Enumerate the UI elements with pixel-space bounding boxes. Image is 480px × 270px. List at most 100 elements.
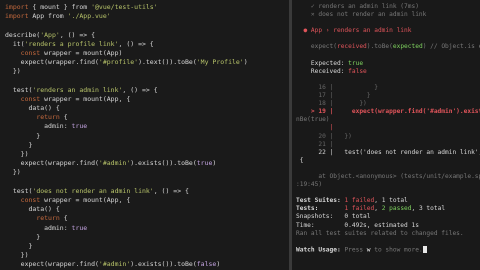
code-line: test('renders an admin link', () => { (5, 86, 248, 95)
code-line: data() { (5, 205, 248, 214)
terminal-line-token: Press (344, 246, 367, 254)
terminal-line-token: ✓ renders an admin link (7ms) (296, 3, 419, 10)
code-line-token: ).exists()).toBe( (130, 159, 197, 168)
code-line-token: expect(wrapper.find( (5, 260, 99, 269)
terminal-line-token: false (348, 67, 367, 75)
code-line: admin: true (5, 224, 248, 233)
terminal-line-token: Ran all test suites related to changed f… (296, 229, 464, 237)
terminal-line-token: Expected: (296, 59, 349, 67)
terminal-line: { (296, 157, 480, 165)
terminal-line-token: | ^ (329, 124, 334, 132)
code-line: } (5, 141, 248, 150)
code-line-token: it( (5, 39, 25, 48)
code-line-token: true (71, 122, 88, 131)
code-line-token: const (20, 94, 41, 103)
code-line: expect(wrapper.find('#profile').text()).… (5, 58, 248, 67)
code-line-token: return (36, 113, 60, 122)
terminal-line: 18 | }) (296, 100, 480, 108)
code-line-token: } (5, 241, 33, 250)
terminal-line: | ^ (296, 124, 480, 132)
code-line-token: describe( (5, 30, 41, 39)
code-line-token: expect(wrapper.find( (5, 159, 99, 168)
terminal-line-token: { (296, 156, 304, 164)
code-line: const wrapper = mount(App) (5, 49, 248, 58)
code-line-token: test( (5, 85, 33, 94)
code-line-token: import (5, 12, 29, 21)
terminal-line-token: 16 | } (296, 83, 378, 91)
terminal-line: Watch Usage: Press w to show more. (296, 245, 480, 254)
code-line-token: { (59, 214, 68, 223)
code-line: return { (5, 113, 248, 122)
terminal-line-token: 2 passed (381, 205, 412, 213)
terminal-line-token: expect( (296, 43, 337, 51)
code-line-token: data() { (5, 205, 60, 214)
code-line: const wrapper = mount(App, { (5, 95, 248, 104)
code-line-token: import (5, 3, 29, 11)
terminal-line-token: Time: 0.492s, estimated 1s (296, 221, 419, 229)
code-editor-pane[interactable]: import { mount } from '@vue/test-utils' i… (0, 0, 289, 270)
terminal-line-token: expected (392, 43, 423, 51)
terminal-line-token: Test Suites: (296, 197, 345, 205)
code-line-token (5, 214, 36, 222)
code-line-token: const (20, 48, 41, 57)
terminal-line-token: 17 | } (296, 92, 371, 100)
terminal-line: expect(received).toBe(expected) // Objec… (296, 43, 480, 51)
code-line-token: App from (28, 12, 68, 21)
code-line: const wrapper = mount(App, { (5, 196, 248, 205)
code-line-token: '#profile' (98, 58, 139, 67)
code-line-token: ) (243, 58, 248, 67)
code-line: describe('App', () => { (5, 31, 248, 40)
terminal-line-token: Tests: (296, 205, 345, 213)
code-line: return { (5, 214, 248, 223)
terminal-line-token: 21 | (296, 140, 334, 148)
code-line-token: }) (5, 150, 29, 158)
code-line: }) (5, 150, 248, 159)
terminal-line: Time: 0.492s, estimated 1s (296, 222, 480, 230)
code-line-token: , () => { (153, 186, 189, 195)
code-line-token: }) (5, 251, 29, 260)
code-line: }) (5, 168, 248, 177)
code-line-token: data() { (5, 104, 60, 113)
terminal-line: 20 | }) (296, 133, 480, 141)
terminal-line-token: nBe(true) (296, 116, 330, 124)
code-line-token: true (196, 159, 213, 168)
terminal-line: ✓ renders an admin link (7ms) (296, 3, 480, 11)
terminal-line: nBe(true) (296, 116, 480, 124)
code-editor[interactable]: import { mount } from '@vue/test-utils' i… (5, 3, 248, 270)
code-line: test('does not render an admin link', ()… (5, 187, 248, 196)
code-line: data() { (5, 104, 248, 113)
code-line-token: }) (5, 168, 21, 177)
code-line-token: , () => { (59, 30, 96, 39)
code-line-token: } (5, 131, 41, 140)
terminal-line: 16 | } (296, 84, 480, 92)
code-line-token: 'does not render an admin link' (32, 186, 154, 195)
terminal-line-token: , 3 total (411, 205, 446, 213)
code-line-token: '@vue/test-utils' (91, 3, 158, 11)
terminal-line-token: ).toBe( (366, 43, 393, 51)
code-line-token: ) (216, 260, 221, 269)
code-line-token: wrapper = mount(App, { (40, 94, 131, 103)
code-line: }) (5, 67, 248, 76)
code-line: import App from './App.vue' (5, 12, 248, 21)
code-line-token: return (36, 214, 60, 223)
terminal-line: Tests: 1 failed, 2 passed, 3 total (296, 205, 480, 213)
terminal-line: Test Suites: 1 failed, 1 total (296, 197, 480, 205)
code-line-token: admin: (5, 223, 72, 232)
terminal-line: Ran all test suites related to changed f… (296, 230, 480, 238)
code-line-token: 'renders an admin link' (32, 85, 123, 94)
terminal-line: ● App › renders an admin link (296, 27, 480, 35)
terminal-cursor (422, 245, 427, 253)
code-line-token (5, 113, 36, 121)
terminal-line-token: 1 failed (344, 205, 375, 213)
terminal-line-token: at Object.<anonymous> (tests/unit/exampl… (318, 172, 480, 180)
terminal-output[interactable]: ✓ renders an admin link (7ms) ✕ does not… (296, 3, 480, 254)
terminal-line: 21 | (296, 141, 480, 149)
terminal-line-token: 22 | test('does not render an admin link… (318, 148, 480, 156)
terminal-pane[interactable]: ✓ renders an admin link (7ms) ✕ does not… (292, 0, 480, 270)
